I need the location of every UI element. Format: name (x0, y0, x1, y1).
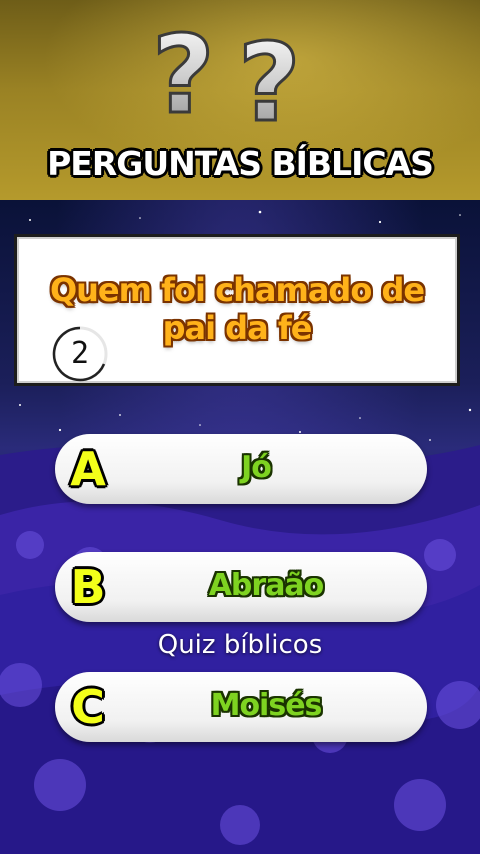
page-title: PERGUNTAS BÍBLICAS (47, 144, 434, 183)
svg-text:?: ? (152, 13, 215, 130)
answer-text: Jó (241, 450, 272, 485)
answer-text: Abraão (208, 568, 325, 603)
answer-text: Moisés (210, 688, 323, 723)
timer-value: 2 (70, 336, 90, 371)
question-card: Quem foi chamado de pai da fé 2 (14, 234, 460, 386)
answer-option-a[interactable]: A Jó (55, 434, 427, 504)
answer-letter: C (71, 680, 105, 734)
watermark-text: Quiz bíblicos (157, 630, 323, 660)
countdown-timer: 2 (49, 323, 111, 385)
answer-letter: A (70, 442, 106, 496)
answer-letter: B (70, 560, 106, 614)
answer-option-c[interactable]: C Moisés (55, 672, 427, 742)
svg-text:?: ? (238, 21, 301, 130)
answer-option-b[interactable]: B Abraão (55, 552, 427, 622)
header-banner: ? ? PERGUNTAS BÍBLICAS (0, 0, 480, 200)
question-line: Quem foi chamado de (49, 271, 425, 309)
question-marks-icon: ? ? (151, 12, 303, 131)
